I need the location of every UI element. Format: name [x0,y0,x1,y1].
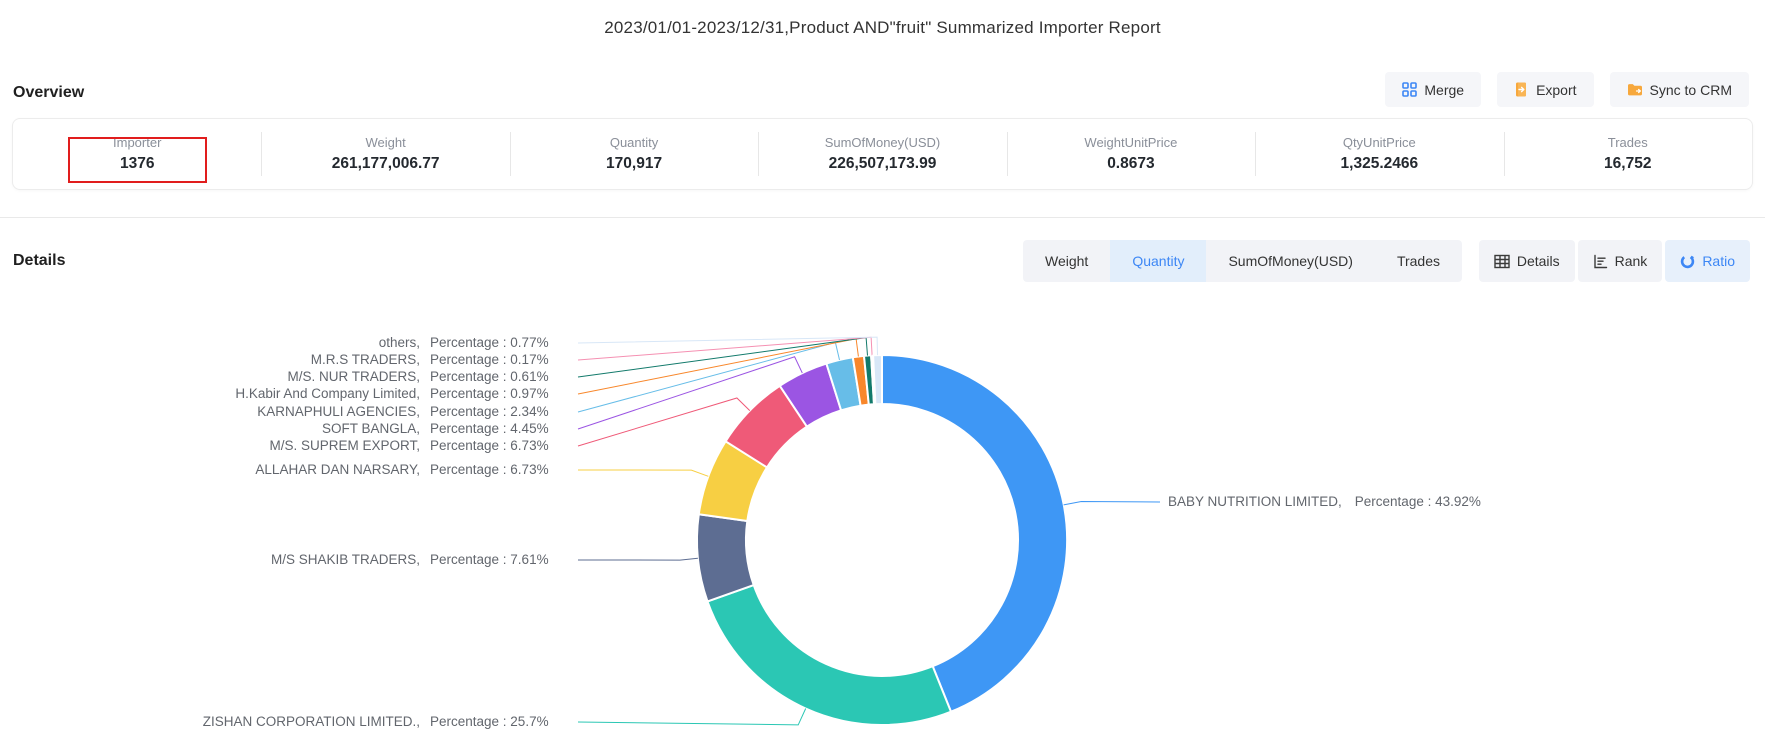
stat-label: Importer [113,135,161,150]
chart-label-percentage: Percentage : 25.7% [430,713,580,730]
ratio-view-button[interactable]: Ratio [1665,240,1750,282]
stat-card-trades: Trades 16,752 [1504,119,1752,189]
chart-label-percentage: Percentage : 0.61% [430,368,580,385]
tab-quantity[interactable]: Quantity [1110,240,1206,282]
stat-label: Trades [1608,135,1648,150]
overview-heading: Overview [13,84,84,102]
stat-card-weight: Weight 261,177,006.77 [261,119,509,189]
stat-card-weightunitprice: WeightUnitPrice 0.8673 [1007,119,1255,189]
label-line-others [578,337,878,355]
segment-zishan-corporation-limited[interactable] [708,585,952,725]
segment-others[interactable] [873,355,882,404]
tab-trades[interactable]: Trades [1375,240,1462,282]
stat-card-quantity: Quantity 170,917 [510,119,758,189]
chart-label-karnaphuli-agencies: KARNAPHULI AGENCIES, Percentage : 2.34% [0,403,580,420]
stat-card-sumofmoney-usd: SumOfMoney(USD) 226,507,173.99 [758,119,1006,189]
chart-label-name: M/S. SUPREM EXPORT, [0,437,420,454]
stat-label: WeightUnitPrice [1084,135,1177,150]
view-buttons: Details Rank Ratio [1479,240,1750,282]
chart-label-percentage: Percentage : 43.92% [1355,493,1481,510]
chart-label-name: ZISHAN CORPORATION LIMITED., [0,713,420,730]
chart-label-allahar-dan-narsary: ALLAHAR DAN NARSARY, Percentage : 6.73% [0,461,580,478]
segment-m-s-shakib-traders[interactable] [697,514,754,601]
chart-label-zishan-corporation-limited: ZISHAN CORPORATION LIMITED., Percentage :… [0,713,580,730]
chart-label-percentage: Percentage : 0.97% [430,385,580,402]
merge-button[interactable]: Merge [1385,72,1481,107]
chart-label-name: M/S SHAKIB TRADERS, [0,551,420,568]
segment-baby-nutrition-limited[interactable] [882,355,1067,712]
tab-weight[interactable]: Weight [1023,240,1110,282]
table-icon [1494,254,1510,269]
chart-label-percentage: Percentage : 0.17% [430,351,580,368]
chart-label-others: others, Percentage : 0.77% [0,334,580,351]
chart-label-percentage: Percentage : 0.77% [430,334,580,351]
rank-view-button-label: Rank [1615,253,1648,269]
chart-label-name: BABY NUTRITION LIMITED, [1168,493,1342,510]
label-line-m-s-shakib-traders [578,558,698,560]
chart-label-percentage: Percentage : 7.61% [430,551,580,568]
chart-label-soft-bangla: SOFT BANGLA, Percentage : 4.45% [0,420,580,437]
sync-to-crm-button[interactable]: Sync to CRM [1610,72,1749,107]
chart-label-name: SOFT BANGLA, [0,420,420,437]
stat-label: Quantity [610,135,658,150]
rank-view-button[interactable]: Rank [1578,240,1663,282]
toolbar: Merge Export Sync to CRM [1385,72,1749,107]
stat-value: 226,507,173.99 [829,155,937,173]
section-divider [0,217,1765,218]
chart-label-percentage: Percentage : 6.73% [430,437,580,454]
chart-label-m-s-suprem-export: M/S. SUPREM EXPORT, Percentage : 6.73% [0,437,580,454]
chart-label-m-s-nur-traders: M/S. NUR TRADERS, Percentage : 0.61% [0,368,580,385]
stat-value: 170,917 [606,155,662,173]
ratio-icon [1680,254,1695,269]
chart-label-name: KARNAPHULI AGENCIES, [0,403,420,420]
export-button[interactable]: Export [1497,72,1593,107]
chart-label-percentage: Percentage : 6.73% [430,461,580,478]
details-heading: Details [13,252,65,270]
label-line-baby-nutrition-limited [1064,502,1160,505]
tab-sumofmoney-usd[interactable]: SumOfMoney(USD) [1206,240,1374,282]
chart-label-m-r-s-traders: M.R.S TRADERS, Percentage : 0.17% [0,351,580,368]
details-view-button-label: Details [1517,253,1560,269]
overview-stats: Importer 1376 Weight 261,177,006.77 Quantity… [12,118,1753,190]
chart-label-baby-nutrition-limited: BABY NUTRITION LIMITED, Percentage : 43.9… [1168,493,1481,510]
label-line-m-r-s-traders [578,337,872,360]
stat-value: 1376 [120,155,154,173]
chart-label-percentage: Percentage : 2.34% [430,403,580,420]
stat-value: 1,325.2466 [1341,155,1419,173]
folder-sync-icon [1627,82,1643,97]
label-line-allahar-dan-narsary [578,470,708,476]
stat-card-qtyunitprice: QtyUnitPrice 1,325.2466 [1255,119,1503,189]
sync-to-crm-button-label: Sync to CRM [1650,82,1732,98]
export-icon [1514,82,1529,97]
chart-label-name: H.Kabir And Company Limited, [0,385,420,402]
donut-chart [0,0,1765,741]
label-line-zishan-corporation-limited [578,709,806,725]
merge-button-label: Merge [1424,82,1464,98]
label-line-m-s-suprem-export [578,398,750,446]
stat-label: QtyUnitPrice [1343,135,1416,150]
page-title: 2023/01/01-2023/12/31,Product AND"fruit"… [0,18,1765,38]
chart-label-name: M/S. NUR TRADERS, [0,368,420,385]
stat-label: Weight [366,135,406,150]
stat-value: 261,177,006.77 [332,155,440,173]
details-view-button[interactable]: Details [1479,240,1575,282]
chart-label-name: M.R.S TRADERS, [0,351,420,368]
chart-label-percentage: Percentage : 4.45% [430,420,580,437]
chart-label-name: ALLAHAR DAN NARSARY, [0,461,420,478]
export-button-label: Export [1536,82,1576,98]
stat-value: 0.8673 [1107,155,1154,173]
stat-label: SumOfMoney(USD) [825,135,941,150]
chart-label-m-s-shakib-traders: M/S SHAKIB TRADERS, Percentage : 7.61% [0,551,580,568]
rank-icon [1593,254,1608,269]
merge-icon [1402,82,1417,97]
chart-label-h-kabir-and-company-limited: H.Kabir And Company Limited, Percentage :… [0,385,580,402]
metric-tabs: WeightQuantitySumOfMoney(USD)Trades [1023,240,1462,282]
stat-value: 16,752 [1604,155,1651,173]
stat-card-importer: Importer 1376 [13,119,261,189]
chart-label-name: others, [0,334,420,351]
ratio-view-button-label: Ratio [1702,253,1735,269]
